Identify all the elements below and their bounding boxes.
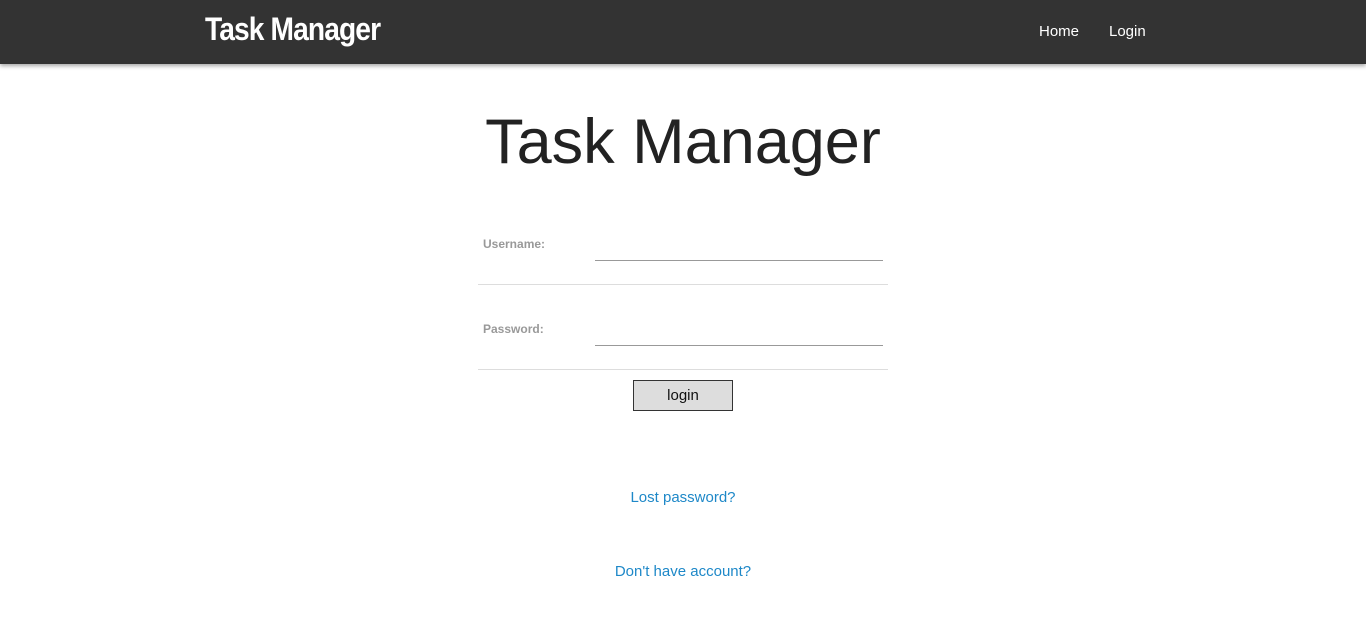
page-title: Task Manager	[485, 107, 881, 177]
signup-link[interactable]: Don't have account?	[0, 563, 1366, 580]
username-label: Username:	[483, 237, 546, 251]
password-label: Password:	[483, 322, 544, 336]
nav-home-link[interactable]: Home	[1039, 23, 1079, 40]
login-button[interactable]: login	[633, 380, 733, 411]
password-input[interactable]	[595, 322, 883, 346]
form-divider	[478, 284, 888, 285]
lost-password-link[interactable]: Lost password?	[0, 489, 1366, 506]
nav-login-link[interactable]: Login	[1109, 23, 1146, 40]
top-navbar: Task Manager Home Login	[0, 0, 1366, 64]
username-input[interactable]	[595, 237, 883, 261]
form-divider	[478, 369, 888, 370]
brand-logo[interactable]: Task Manager	[205, 11, 381, 48]
